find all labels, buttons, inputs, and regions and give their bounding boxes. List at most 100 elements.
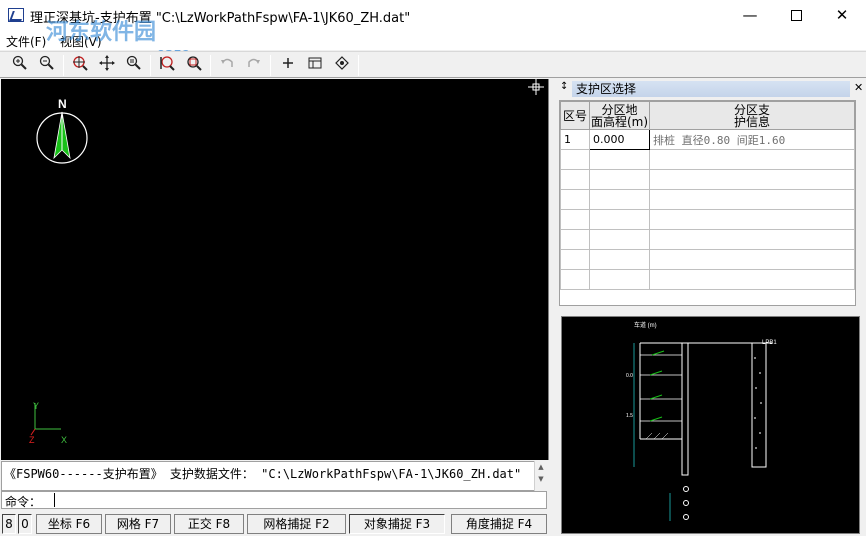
minimize-button[interactable]: —	[727, 0, 773, 30]
add-point-icon[interactable]	[277, 55, 299, 76]
status-bar: 8 0 坐标 F6 网格 F7 正交 F8 网格捕捉 F2 对象捕捉 F3 角度…	[0, 512, 556, 536]
toolbar-separator	[150, 55, 151, 76]
north-compass-icon: N	[36, 97, 88, 164]
zoom-window-icon[interactable]	[69, 55, 91, 76]
drawing-canvas[interactable]: N Y Z X	[1, 79, 549, 460]
coordinate-readout-x: 8	[2, 514, 16, 534]
zoom-out-icon[interactable]	[36, 55, 58, 76]
toolbar	[0, 51, 866, 78]
table-cell[interactable]	[649, 149, 855, 170]
redo-icon[interactable]	[243, 55, 265, 76]
table-row[interactable]	[560, 229, 855, 250]
coords-toggle-button[interactable]: 坐标 F6	[36, 514, 102, 534]
command-history: 《FSPW60------支护布置》 支护数据文件： "C:\LzWorkPat…	[1, 461, 547, 491]
maximize-button[interactable]	[773, 0, 819, 30]
cursor-crosshair-icon	[528, 79, 544, 95]
menu-view[interactable]: 视图(V)	[60, 33, 102, 50]
command-prompt: 命令：	[5, 495, 42, 509]
zoom-realtime-icon[interactable]	[123, 55, 145, 76]
column-header-zone-id: 区号	[560, 101, 590, 130]
table-cell[interactable]	[589, 169, 650, 190]
table-row[interactable]	[560, 249, 855, 270]
menu-bar: 文件(F) 视图(V)	[0, 30, 866, 50]
close-button[interactable]: ✕	[819, 0, 865, 30]
scroll-up-icon[interactable]: ▲	[535, 461, 547, 473]
axis-y-label: Y	[33, 401, 39, 411]
table-row[interactable]: 1 0.000 排桩 直径0.80 间距1.60	[560, 129, 855, 150]
section-drawing: 车道 (m) LPB1 0.0 1.5	[626, 321, 777, 521]
column-header-support-info-line2: 护信息	[733, 114, 770, 129]
table-cell[interactable]	[589, 229, 650, 250]
support-info-cell[interactable]: 排桩 直径0.80 间距1.60	[649, 129, 855, 150]
table-row[interactable]	[560, 169, 855, 190]
table-cell[interactable]	[589, 209, 650, 230]
table-cell[interactable]	[560, 189, 590, 210]
elevation-cell[interactable]: 0.000	[589, 129, 650, 150]
zone-table: 区号 分区地 面高程(m) 分区支 护信息 1 0.000 排桩 直径0.80 间距…	[559, 100, 856, 306]
toolbar-separator	[63, 55, 64, 76]
section-preview: 车道 (m) LPB1 0.0 1.5	[561, 316, 860, 534]
zoom-extents-icon[interactable]	[183, 55, 205, 76]
window-title: 理正深基坑-支护布置 "C:\LzWorkPathFspw\FA-1\JK60_…	[30, 11, 411, 26]
table-cell[interactable]	[560, 209, 590, 230]
table-header-row: 区号 分区地 面高程(m) 分区支 护信息	[560, 101, 855, 130]
preview-label-elev2: 1.5	[626, 413, 633, 419]
table-cell[interactable]	[589, 189, 650, 210]
table-cell[interactable]	[649, 169, 855, 190]
command-history-scrollbar[interactable]: ▲ ▼	[534, 461, 547, 491]
coordinate-readout-y: 0	[18, 514, 32, 534]
column-header-support-info: 分区支 护信息	[649, 101, 855, 130]
menu-file[interactable]: 文件(F)	[6, 33, 46, 50]
pin-icon[interactable]: ↕	[560, 81, 568, 92]
table-cell[interactable]	[560, 269, 590, 290]
ucs-axis-icon: Y Z X	[29, 401, 67, 445]
undo-icon[interactable]	[216, 55, 238, 76]
axis-z-label: Z	[29, 435, 35, 445]
toolbar-separator	[210, 55, 211, 76]
properties-icon[interactable]	[331, 55, 353, 76]
title-bar: 理正深基坑-支护布置 "C:\LzWorkPathFspw\FA-1\JK60_…	[0, 0, 866, 30]
table-cell[interactable]	[560, 149, 590, 170]
grid-snap-toggle-button[interactable]: 网格捕捉 F2	[247, 514, 346, 534]
zoom-previous-icon[interactable]	[156, 55, 178, 76]
angle-snap-toggle-button[interactable]: 角度捕捉 F4	[451, 514, 547, 534]
table-cell[interactable]	[649, 209, 855, 230]
panel-close-icon[interactable]: ✕	[854, 81, 863, 94]
pan-icon[interactable]	[96, 55, 118, 76]
table-row[interactable]	[560, 269, 855, 290]
ortho-toggle-button[interactable]: 正交 F8	[174, 514, 244, 534]
north-label: N	[58, 97, 67, 111]
toolbar-separator	[358, 55, 359, 76]
column-header-elevation-line2: 面高程(m)	[590, 114, 649, 129]
table-cell[interactable]	[560, 249, 590, 270]
column-header-elevation: 分区地 面高程(m)	[589, 101, 650, 130]
table-cell[interactable]	[589, 269, 650, 290]
table-row[interactable]	[560, 189, 855, 210]
table-row[interactable]	[560, 149, 855, 170]
table-cell[interactable]	[589, 149, 650, 170]
app-icon	[8, 8, 24, 22]
table-cell[interactable]	[649, 249, 855, 270]
panel-header: ↕ 支护区选择 ✕	[558, 81, 863, 97]
table-row[interactable]	[560, 209, 855, 230]
table-cell[interactable]	[560, 169, 590, 190]
zoom-in-icon[interactable]	[9, 55, 31, 76]
zone-selection-panel: ↕ 支护区选择 ✕ 区号 分区地 面高程(m) 分区支 护信息 1 0.000 排桩…	[556, 79, 866, 536]
table-cell[interactable]	[589, 249, 650, 270]
table-cell[interactable]	[649, 189, 855, 210]
scroll-down-icon[interactable]: ▼	[535, 473, 547, 485]
grid-toggle-button[interactable]: 网格 F7	[105, 514, 171, 534]
table-icon[interactable]	[304, 55, 326, 76]
object-snap-toggle-button[interactable]: 对象捕捉 F3	[349, 514, 445, 534]
table-cell[interactable]	[649, 269, 855, 290]
table-cell[interactable]	[649, 229, 855, 250]
zone-id-cell[interactable]: 1	[560, 129, 590, 150]
command-history-text: 《FSPW60------支护布置》 支护数据文件： "C:\LzWorkPat…	[4, 467, 522, 481]
panel-title: 支护区选择	[572, 81, 850, 97]
command-input[interactable]	[54, 493, 534, 507]
preview-label-elev1: 0.0	[626, 373, 633, 379]
maximize-icon	[790, 10, 802, 21]
preview-label-lane: 车道 (m)	[634, 321, 657, 329]
table-cell[interactable]	[560, 229, 590, 250]
axis-x-label: X	[61, 435, 67, 445]
